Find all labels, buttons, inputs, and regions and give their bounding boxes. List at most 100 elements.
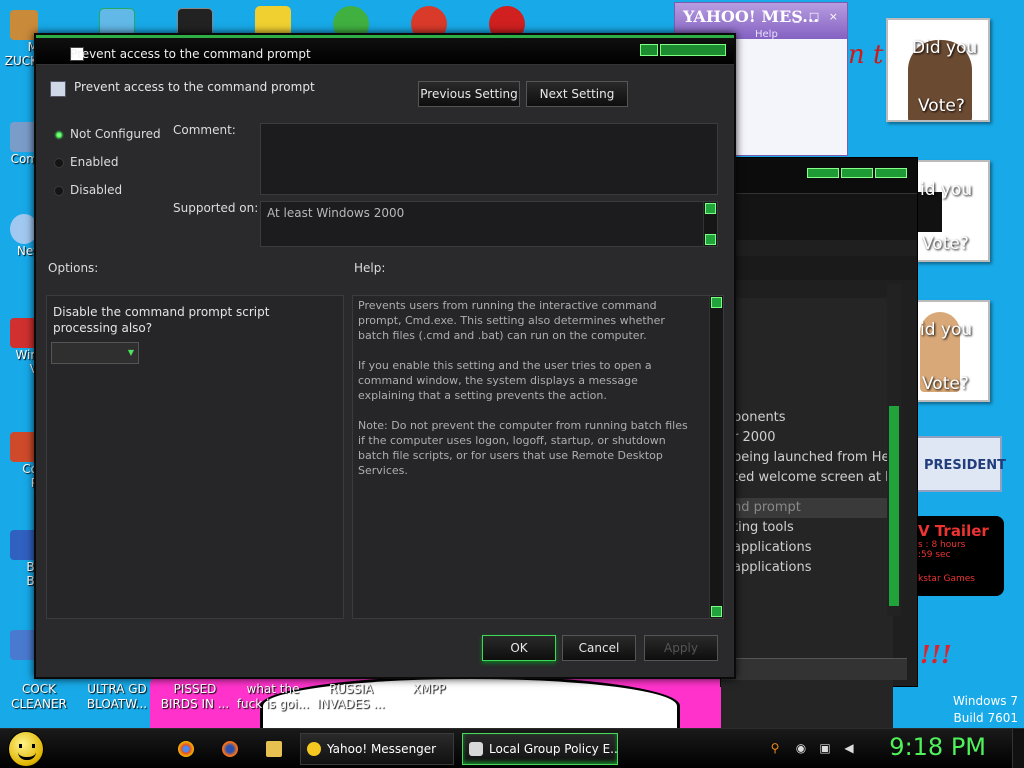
help-label: Help:: [354, 261, 386, 275]
desktop-icon-label: RUSSIA INVADES ...: [317, 682, 385, 711]
desktop-icon-label: Win V: [15, 348, 38, 376]
script-processing-dropdown[interactable]: ▼: [51, 342, 139, 364]
radio-unselected-icon: [54, 157, 64, 168]
tray-app-icon[interactable]: ◉: [794, 741, 808, 755]
maximize-button[interactable]: [841, 168, 873, 178]
policy-icon: [469, 742, 483, 756]
taskbar: Yahoo! Messenger Local Group Policy E...…: [0, 728, 1024, 768]
taskbar-yahoo-messenger[interactable]: Yahoo! Messenger: [300, 733, 454, 765]
close-button[interactable]: [875, 168, 907, 178]
background-window[interactable]: ponents r 2000 being launched from Help …: [720, 157, 918, 748]
taskbar-group-policy[interactable]: Local Group Policy E...: [462, 733, 618, 765]
policy-setting-dialog[interactable]: Prevent access to the command prompt Pre…: [34, 33, 736, 679]
list-item[interactable]: r 2000: [721, 428, 893, 448]
previous-setting-button[interactable]: Previous Setting: [418, 81, 520, 107]
radio-label: Not Configured: [70, 127, 161, 141]
list-item[interactable]: ted welcome screen at l...: [721, 468, 893, 488]
dialog-titlebar[interactable]: Prevent access to the command prompt: [36, 35, 734, 65]
help-paragraph: Note: Do not prevent the computer from r…: [358, 419, 688, 477]
window-controls[interactable]: [640, 44, 726, 56]
trailer-line3: kstar Games: [918, 574, 975, 584]
scrollbar[interactable]: [887, 284, 901, 616]
scroll-down-arrow-icon[interactable]: [705, 234, 716, 245]
firefox-icon[interactable]: [222, 741, 238, 757]
vote-card-obama[interactable]: Did you Vote?: [886, 18, 990, 122]
list-item[interactable]: nd prompt: [721, 498, 893, 518]
yahoo-smiley-icon: [307, 742, 321, 756]
vote-card-line1: id you: [920, 320, 973, 340]
list-item[interactable]: applications: [721, 558, 893, 578]
scrollbar[interactable]: [703, 202, 717, 246]
scrollbar[interactable]: [709, 296, 723, 618]
vote-card-line1: Did you: [912, 38, 978, 58]
trailer-line1: s : 8 hours: [918, 540, 966, 550]
search-icon[interactable]: ⚲: [768, 741, 782, 755]
clock[interactable]: 9:18 PM: [889, 733, 986, 761]
desktop-icon-ultra-gd[interactable]: ULTRA GD BLOATW...: [78, 682, 156, 712]
president-card[interactable]: PRESIDENT: [912, 436, 1006, 492]
windows-version: Windows 7: [952, 694, 1018, 708]
radio-disabled[interactable]: Disabled: [54, 183, 122, 197]
window-controls[interactable]: _ □ ×: [794, 10, 841, 23]
radio-label: Disabled: [70, 183, 123, 197]
option-description: Disable the command prompt script proces…: [53, 305, 270, 335]
comment-label: Comment:: [173, 123, 236, 137]
window-controls[interactable]: [807, 168, 907, 178]
chevron-down-icon: ▼: [127, 348, 134, 357]
desktop-icon-what-the[interactable]: what the fuck is goi...: [234, 682, 312, 712]
task-label: Local Group Policy E...: [489, 742, 618, 756]
list-item[interactable]: ponents: [721, 408, 893, 428]
yahoo-menu-help[interactable]: Help: [755, 29, 778, 40]
desktop-icon-label: COCK CLEANER: [11, 682, 67, 711]
task-label: Yahoo! Messenger: [327, 742, 437, 756]
vote-card-line2: Vote?: [922, 374, 969, 394]
chrome-icon[interactable]: [178, 741, 194, 757]
show-desktop-button[interactable]: [1012, 729, 1024, 768]
scroll-up-arrow-icon[interactable]: [711, 297, 722, 308]
explorer-folder-icon[interactable]: [266, 741, 282, 757]
vote-card-line2: Vote?: [918, 96, 965, 116]
vote-card-3[interactable]: id you Vote?: [916, 300, 990, 402]
minimize-button[interactable]: [807, 168, 839, 178]
scroll-down-arrow-icon[interactable]: [711, 606, 722, 617]
network-icon[interactable]: ▣: [818, 741, 832, 755]
supported-on-field: At least Windows 2000: [260, 201, 718, 247]
next-setting-button[interactable]: Next Setting: [526, 81, 628, 107]
apply-button[interactable]: Apply: [644, 635, 718, 661]
desktop-icon-cock-cleaner[interactable]: COCK CLEANER: [0, 682, 78, 712]
windows-build: Build 7601: [953, 711, 1018, 725]
cancel-button[interactable]: Cancel: [562, 635, 636, 661]
list-item[interactable]: being launched from Help: [721, 448, 893, 468]
desktop-icon-russia[interactable]: RUSSIA INVADES ...: [312, 682, 390, 712]
desktop-icon-label: M ZUCK: [4, 40, 38, 68]
desktop-icon-label: PISSED BIRDS IN ...: [160, 682, 230, 711]
help-panel: Prevents users from running the interact…: [352, 295, 724, 619]
list-item[interactable]: applications: [721, 538, 893, 558]
maximize-button[interactable]: [660, 44, 726, 56]
vote-card-2[interactable]: id you Vote?: [916, 160, 990, 262]
start-button[interactable]: [8, 731, 44, 767]
desktop-icon-label: Net: [16, 244, 38, 258]
radio-not-configured[interactable]: Not Configured: [54, 127, 161, 141]
radio-enabled[interactable]: Enabled: [54, 155, 119, 169]
setting-title: Prevent access to the command prompt: [74, 80, 315, 94]
desktop-icon-xmpp[interactable]: XMPP: [390, 682, 468, 697]
supported-on-label: Supported on:: [173, 201, 259, 215]
minimize-button[interactable]: [640, 44, 658, 56]
comment-textarea[interactable]: [260, 123, 718, 195]
desktop-icon-pissed-birds[interactable]: PISSED BIRDS IN ...: [156, 682, 234, 712]
trailer-card[interactable]: V Trailer s : 8 hours :59 sec kstar Game…: [912, 516, 1004, 596]
policy-icon: [50, 81, 66, 97]
desktop-icon-label: XMPP: [412, 682, 446, 696]
list-item[interactable]: ting tools: [721, 518, 893, 538]
desktop-icon-label: Bl Bl: [26, 560, 38, 588]
options-panel: Disable the command prompt script proces…: [46, 295, 344, 619]
radio-selected-icon: [54, 129, 64, 140]
volume-icon[interactable]: ◀: [842, 741, 856, 755]
options-label: Options:: [48, 261, 99, 275]
titlebar-accent: [36, 35, 734, 38]
trailer-line2: :59 sec: [918, 550, 951, 560]
ok-button[interactable]: OK: [482, 635, 556, 661]
scrollbar-thumb[interactable]: [889, 406, 899, 606]
scroll-up-arrow-icon[interactable]: [705, 203, 716, 214]
